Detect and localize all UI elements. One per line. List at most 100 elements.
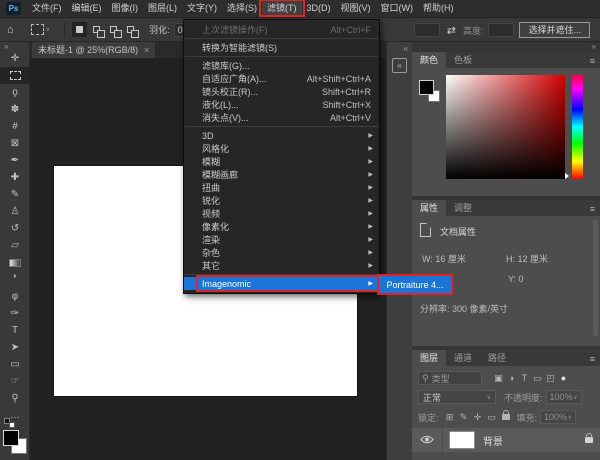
menu-item-adaptive-wide-angle[interactable]: 自适应广角(A)...Alt+Shift+Ctrl+A	[184, 72, 379, 85]
clone-stamp-tool[interactable]: ♙	[0, 203, 30, 220]
scrollbar[interactable]	[593, 220, 598, 336]
hand-tool[interactable]: ☞	[0, 373, 30, 390]
menu-item-convert-smart-filter[interactable]: 转换为智能滤镜(S)	[184, 41, 379, 54]
menu-item-stylize[interactable]: 风格化▶	[184, 142, 379, 155]
menu-item-liquify[interactable]: 液化(L)...Shift+Ctrl+X	[184, 98, 379, 111]
panel-menu-icon[interactable]: ≡	[590, 56, 595, 66]
opacity-input[interactable]: 100% ∨	[546, 390, 582, 404]
tab-adjustments[interactable]: 调整	[446, 200, 480, 216]
height-input[interactable]	[488, 23, 514, 37]
menu-item-video[interactable]: 视频▶	[184, 207, 379, 220]
menu-window[interactable]: 窗口(W)	[376, 0, 419, 17]
layer-thumbnail[interactable]	[449, 431, 475, 449]
path-selection-tool[interactable]: ➤	[0, 339, 30, 356]
fill-input[interactable]: 100% ∨	[540, 410, 576, 424]
menu-view[interactable]: 视图(V)	[336, 0, 376, 17]
menu-type[interactable]: 文字(Y)	[182, 0, 222, 17]
move-tool[interactable]: ✛	[0, 50, 30, 67]
tab-properties[interactable]: 属性	[412, 200, 446, 216]
collapse-dock-icon[interactable]: »	[592, 42, 596, 51]
saturation-brightness-field[interactable]	[446, 75, 565, 179]
menu-item-lens-correction[interactable]: 镜头校正(R)...Shift+Ctrl+R	[184, 85, 379, 98]
document-tab[interactable]: 未标题-1 @ 25%(RGB/8) ×	[32, 42, 155, 58]
layer-row-background[interactable]: 背景	[412, 428, 600, 452]
close-tab-icon[interactable]: ×	[144, 42, 149, 58]
menu-item-blur-gallery[interactable]: 模糊画廊▶	[184, 168, 379, 181]
menu-item-vanishing-point[interactable]: 消失点(V)...Alt+Ctrl+V	[184, 111, 379, 124]
tab-paths[interactable]: 路径	[480, 350, 514, 366]
pixel-layer-filter-icon[interactable]: ▣	[492, 373, 505, 384]
menu-select[interactable]: 选择(S)	[222, 0, 262, 17]
lock-artboard-icon[interactable]: ▭	[485, 412, 499, 423]
menu-item-sharpen[interactable]: 锐化▶	[184, 194, 379, 207]
default-colors-icon[interactable]	[4, 418, 18, 428]
panel-menu-icon[interactable]: ≡	[590, 204, 595, 214]
lock-all-icon[interactable]	[499, 412, 513, 422]
shape-layer-filter-icon[interactable]: ▭	[531, 373, 544, 384]
menu-item-render[interactable]: 渲染▶	[184, 233, 379, 246]
marquee-tool-preset-icon[interactable]	[31, 24, 44, 35]
menu-item-pixelate[interactable]: 像素化▶	[184, 220, 379, 233]
width-input[interactable]	[414, 23, 440, 37]
filter-toggle-icon[interactable]: ●	[557, 373, 570, 383]
foreground-color-swatch[interactable]	[3, 430, 19, 446]
menu-item-distort[interactable]: 扭曲▶	[184, 181, 379, 194]
eyedropper-tool[interactable]: ✒	[0, 152, 30, 169]
healing-brush-tool[interactable]: ✚	[0, 169, 30, 186]
history-panel-icon[interactable]: «	[392, 58, 407, 73]
history-brush-tool[interactable]: ↺	[0, 220, 30, 237]
expand-dock-icon[interactable]: «	[404, 44, 408, 53]
menu-item-blur[interactable]: 模糊▶	[184, 155, 379, 168]
frame-tool[interactable]: ⊠	[0, 135, 30, 152]
blur-tool[interactable]: ❜	[0, 271, 30, 288]
gradient-tool[interactable]	[0, 254, 30, 271]
quick-selection-tool[interactable]: ✽	[0, 101, 30, 118]
menu-filter[interactable]: 滤镜(T)	[262, 0, 302, 17]
type-layer-filter-icon[interactable]: T	[518, 373, 531, 383]
blend-mode-select[interactable]: 正常 ∨	[418, 390, 496, 404]
link-dimensions-icon[interactable]: ⇄	[447, 24, 456, 37]
hue-slider[interactable]	[572, 75, 583, 179]
tab-swatches[interactable]: 色板	[446, 52, 480, 68]
chevron-down-icon[interactable]: ∨	[46, 26, 50, 33]
menu-help[interactable]: 帮助(H)	[418, 0, 459, 17]
layer-filter-box[interactable]: ⚲ 类型	[418, 371, 482, 385]
foreground-color-well[interactable]	[419, 80, 434, 95]
layer-visibility-icon[interactable]	[420, 435, 434, 446]
hue-slider-marker[interactable]	[565, 173, 569, 179]
intersect-selection-button[interactable]	[123, 22, 138, 37]
dodge-tool[interactable]: φ	[0, 288, 30, 305]
menu-file[interactable]: 文件(F)	[27, 0, 67, 17]
eraser-tool[interactable]: ▱	[0, 237, 30, 254]
pen-tool[interactable]: ✑	[0, 305, 30, 322]
rectangle-tool[interactable]: ▭	[0, 356, 30, 373]
menu-item-filter-gallery[interactable]: 滤镜库(G)...	[184, 59, 379, 72]
new-selection-button[interactable]	[72, 22, 87, 37]
adjustment-layer-filter-icon[interactable]: ◑	[505, 373, 518, 383]
smart-object-filter-icon[interactable]: ◰	[544, 373, 557, 384]
lock-transparent-pixels-icon[interactable]: ⊞	[443, 412, 457, 423]
menu-3d[interactable]: 3D(D)	[302, 0, 336, 17]
menu-item-3d[interactable]: 3D▶	[184, 129, 379, 142]
menu-item-portraiture[interactable]: Portraiture 4...	[379, 276, 451, 293]
brush-tool[interactable]: ✎	[0, 186, 30, 203]
tab-color[interactable]: 颜色	[412, 52, 446, 68]
select-and-mask-button[interactable]: 选择并遮住...	[519, 22, 590, 38]
lock-image-pixels-icon[interactable]: ✎	[457, 412, 471, 423]
type-tool[interactable]: T	[0, 322, 30, 339]
menu-item-imagenomic[interactable]: Imagenomic▶ Portraiture 4...	[184, 277, 379, 290]
menu-image[interactable]: 图像(I)	[107, 0, 144, 17]
zoom-tool[interactable]: ⚲	[0, 390, 30, 407]
lock-position-icon[interactable]: ✛	[471, 412, 485, 423]
tab-channels[interactable]: 通道	[446, 350, 480, 366]
add-to-selection-button[interactable]	[89, 22, 104, 37]
toolbar-collapse-icon[interactable]: »	[0, 42, 29, 50]
menu-layer[interactable]: 图层(L)	[143, 0, 182, 17]
panel-menu-icon[interactable]: ≡	[590, 354, 595, 364]
menu-item-noise[interactable]: 杂色▶	[184, 246, 379, 259]
crop-tool[interactable]: #	[0, 118, 30, 135]
subtract-from-selection-button[interactable]	[106, 22, 121, 37]
menu-item-other[interactable]: 其它▶	[184, 259, 379, 272]
menu-edit[interactable]: 编辑(E)	[67, 0, 107, 17]
rectangular-marquee-tool[interactable]	[0, 67, 30, 84]
